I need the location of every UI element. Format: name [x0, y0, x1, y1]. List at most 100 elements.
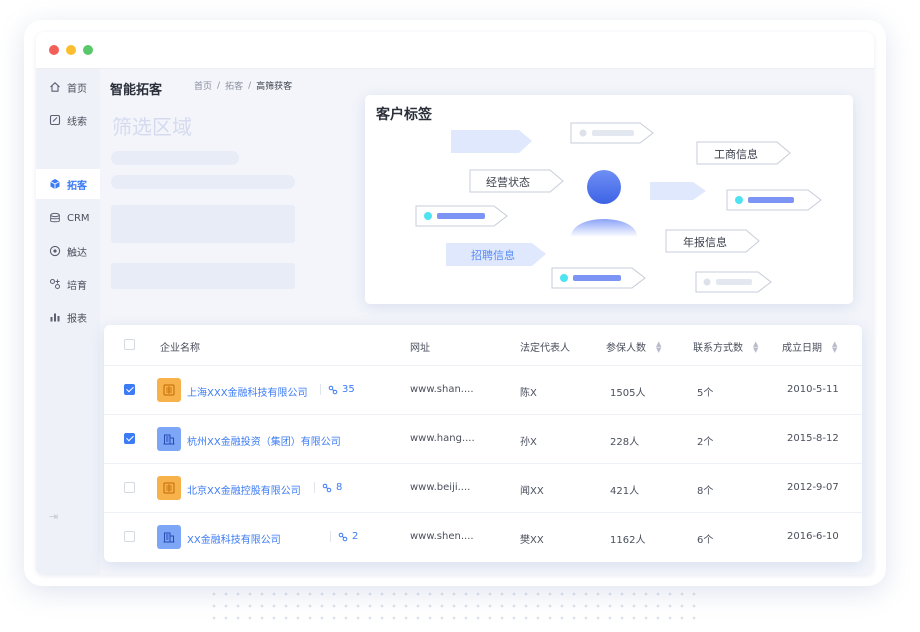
sidebar-item-label: 线索: [67, 116, 87, 128]
nurture-icon: [50, 279, 60, 289]
column-header-insured[interactable]: 参保人数 ▲ ▼: [606, 339, 661, 354]
filter-placeholder-block: [111, 263, 295, 289]
people-network-icon: [338, 532, 348, 541]
chart-icon: [50, 313, 60, 322]
website-cell[interactable]: www.shan....: [410, 384, 474, 395]
table-row[interactable]: 北京XX金融控股有限公司 8 www.beiji.... 闻XX 421人 8个 2012-…: [104, 464, 862, 513]
people-network-icon: [322, 483, 332, 492]
breadcrumb-separator: /: [217, 80, 221, 91]
sort-icon[interactable]: ▲ ▼: [753, 340, 758, 353]
column-header-website: 网址: [410, 343, 430, 354]
legal-rep-cell: 孙X: [520, 437, 537, 448]
founded-date-cell: 2012-9-07: [787, 482, 839, 493]
column-header-founded[interactable]: 成立日期 ▲ ▼: [782, 339, 837, 354]
breadcrumb-current: 高筛获客: [256, 82, 293, 92]
website-cell[interactable]: www.beiji....: [410, 482, 470, 493]
tag-arrow-blank: [650, 182, 706, 200]
sidebar-item-nurture[interactable]: 培育: [36, 269, 100, 299]
website-cell[interactable]: www.hang....: [410, 433, 475, 444]
filter-placeholder-bar: [111, 175, 295, 189]
close-window-button[interactable]: [49, 45, 59, 55]
page-title: 智能拓客: [110, 83, 163, 98]
sidebar: 首页 线索 拓客 CRM 触达 培育 报表 ⇥: [36, 69, 100, 575]
sort-icon[interactable]: ▲ ▼: [832, 340, 837, 353]
company-name-link[interactable]: 上海XXX金融科技有限公司: [187, 384, 308, 399]
filter-area-title: 筛选区域: [112, 115, 192, 139]
collapse-sidebar-icon[interactable]: ⇥: [49, 510, 58, 523]
sort-icon[interactable]: ▲ ▼: [656, 340, 661, 353]
row-checkbox[interactable]: [124, 433, 135, 444]
sidebar-item-prospecting[interactable]: 拓客: [36, 169, 100, 199]
contacts-count-cell[interactable]: 6个: [697, 531, 713, 546]
sidebar-item-label: 首页: [67, 83, 87, 95]
minimize-window-button[interactable]: [66, 45, 76, 55]
related-people-count[interactable]: 2: [330, 531, 358, 542]
people-network-icon: [328, 385, 338, 394]
sidebar-item-leads[interactable]: 线索: [36, 105, 100, 135]
sidebar-item-reports[interactable]: 报表: [36, 302, 100, 332]
row-checkbox[interactable]: [124, 384, 135, 395]
company-logo-icon: [157, 476, 181, 500]
sidebar-item-label: CRM: [67, 212, 90, 224]
tag-placeholder: [570, 122, 654, 144]
select-all-checkbox[interactable]: [124, 339, 135, 350]
sidebar-item-label: 拓客: [67, 180, 87, 192]
tag-annual-report: 年报信息: [683, 236, 727, 249]
legal-rep-cell: 闻XX: [520, 486, 544, 497]
window-titlebar: [36, 32, 874, 69]
related-people-count[interactable]: 35: [320, 384, 355, 395]
website-cell[interactable]: www.shen....: [410, 531, 474, 542]
insured-count-cell: 1162人: [610, 535, 646, 546]
insured-count-cell: 228人: [610, 437, 640, 448]
tag-placeholder: [415, 205, 508, 227]
sidebar-item-label: 报表: [67, 313, 87, 325]
home-icon: [50, 82, 60, 92]
breadcrumb-home[interactable]: 首页: [194, 79, 212, 92]
tag-placeholder: [551, 267, 646, 289]
contacts-count-cell[interactable]: 5个: [697, 384, 713, 399]
table-row[interactable]: XX金融科技有限公司 2 www.shen.... 樊XX 1162人 6个 2016-6-…: [104, 513, 862, 562]
row-checkbox[interactable]: [124, 531, 135, 542]
breadcrumb: 首页 / 拓客 / 高筛获客: [194, 79, 293, 93]
column-header-contacts[interactable]: 联系方式数 ▲ ▼: [693, 339, 758, 354]
legal-rep-cell: 陈X: [520, 388, 537, 399]
insured-count-cell: 421人: [610, 486, 640, 497]
table-row[interactable]: 上海XXX金融科技有限公司 35 www.shan.... 陈X 1505人 5个 2010…: [104, 366, 862, 415]
breadcrumb-prospecting[interactable]: 拓客: [225, 79, 243, 92]
sidebar-item-reach[interactable]: 触达: [36, 236, 100, 266]
tag-arrow-blank: [451, 130, 532, 153]
sidebar-item-label: 触达: [67, 247, 87, 259]
tags-illustration: [415, 122, 822, 293]
tag-business-registration: 工商信息: [714, 148, 758, 161]
company-logo-icon: [157, 427, 181, 451]
customer-avatar-icon: [571, 170, 637, 237]
founded-date-cell: 2010-5-11: [787, 384, 839, 395]
column-header-legal-rep: 法定代表人: [520, 343, 570, 354]
row-checkbox[interactable]: [124, 482, 135, 493]
company-name-link[interactable]: 北京XX金融控股有限公司: [187, 482, 301, 497]
company-name-link[interactable]: 杭州XX金融投资（集团）有限公司: [187, 433, 341, 448]
contacts-count-cell[interactable]: 8个: [697, 482, 713, 497]
related-people-count[interactable]: 8: [314, 482, 342, 493]
company-logo-icon: [157, 378, 181, 402]
company-logo-icon: [157, 525, 181, 549]
tag-business-status: 经营状态: [486, 176, 530, 189]
legal-rep-cell: 樊XX: [520, 535, 544, 546]
maximize-window-button[interactable]: [83, 45, 93, 55]
tag-placeholder: [695, 271, 772, 293]
sidebar-item-home[interactable]: 首页: [36, 72, 100, 102]
table-row[interactable]: 杭州XX金融投资（集团）有限公司 www.hang.... 孙X 228人 2个 2015…: [104, 415, 862, 464]
table-header: 企业名称 网址 法定代表人 参保人数 ▲ ▼ 联系方式数 ▲ ▼ 成立日期 ▲ ▼: [104, 325, 862, 366]
tags-card-title: 客户标签: [376, 107, 432, 123]
founded-date-cell: 2015-8-12: [787, 433, 839, 444]
customer-tags-card: 客户标签 经营状态 招聘信息 工商信息 年报信息: [365, 95, 853, 304]
company-table: 企业名称 网址 法定代表人 参保人数 ▲ ▼ 联系方式数 ▲ ▼ 成立日期 ▲ ▼ 上海XX…: [104, 325, 862, 562]
tag-placeholder: [726, 189, 822, 211]
leads-icon: [49, 114, 61, 126]
filter-placeholder-bar: [111, 151, 239, 165]
column-header-company: 企业名称: [160, 343, 200, 354]
sidebar-item-crm[interactable]: CRM: [36, 203, 100, 233]
insured-count-cell: 1505人: [610, 388, 646, 399]
contacts-count-cell[interactable]: 2个: [697, 433, 713, 448]
company-name-link[interactable]: XX金融科技有限公司: [187, 531, 281, 546]
